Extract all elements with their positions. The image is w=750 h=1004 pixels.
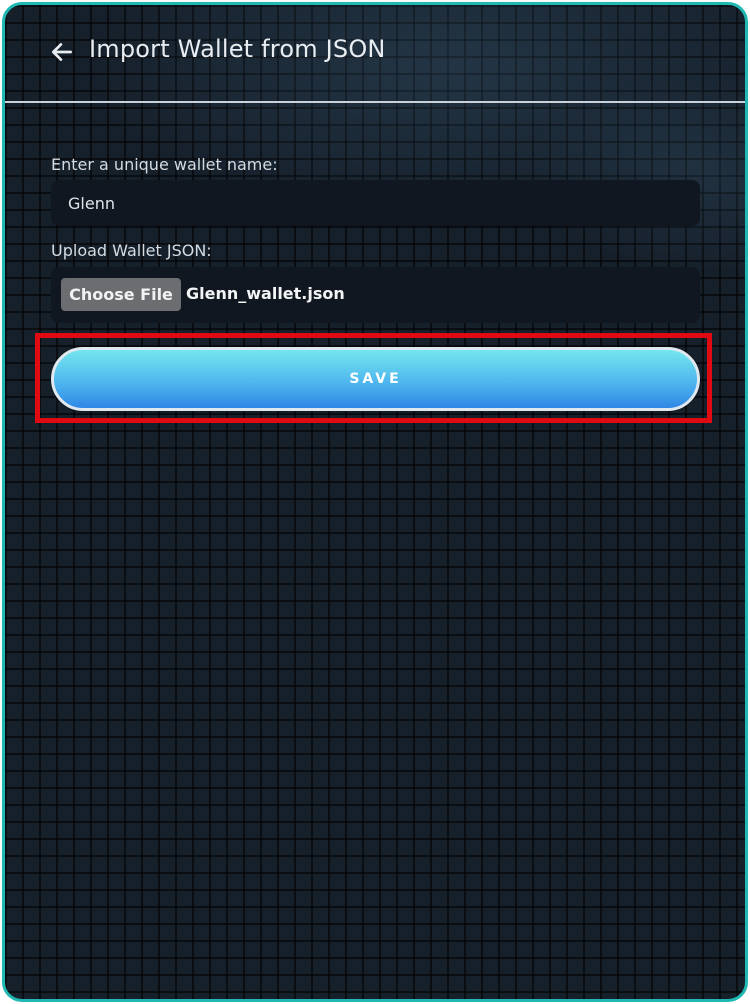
wallet-file-field: Choose File Glenn_wallet.json — [51, 267, 700, 323]
page-title: Import Wallet from JSON — [89, 35, 386, 63]
upload-wallet-label: Upload Wallet JSON: — [51, 241, 212, 260]
arrow-left-icon[interactable] — [49, 39, 75, 65]
header-divider — [5, 101, 745, 103]
wallet-name-field — [51, 180, 700, 226]
wallet-name-input[interactable] — [51, 180, 700, 226]
choose-file-button[interactable]: Choose File — [61, 278, 181, 311]
selected-file-name: Glenn_wallet.json — [186, 284, 345, 303]
page-header: Import Wallet from JSON — [5, 5, 745, 101]
wallet-name-label: Enter a unique wallet name: — [51, 155, 278, 174]
save-button[interactable]: SAVE — [51, 347, 700, 411]
app-frame: Import Wallet from JSON Enter a unique w… — [2, 2, 748, 1002]
